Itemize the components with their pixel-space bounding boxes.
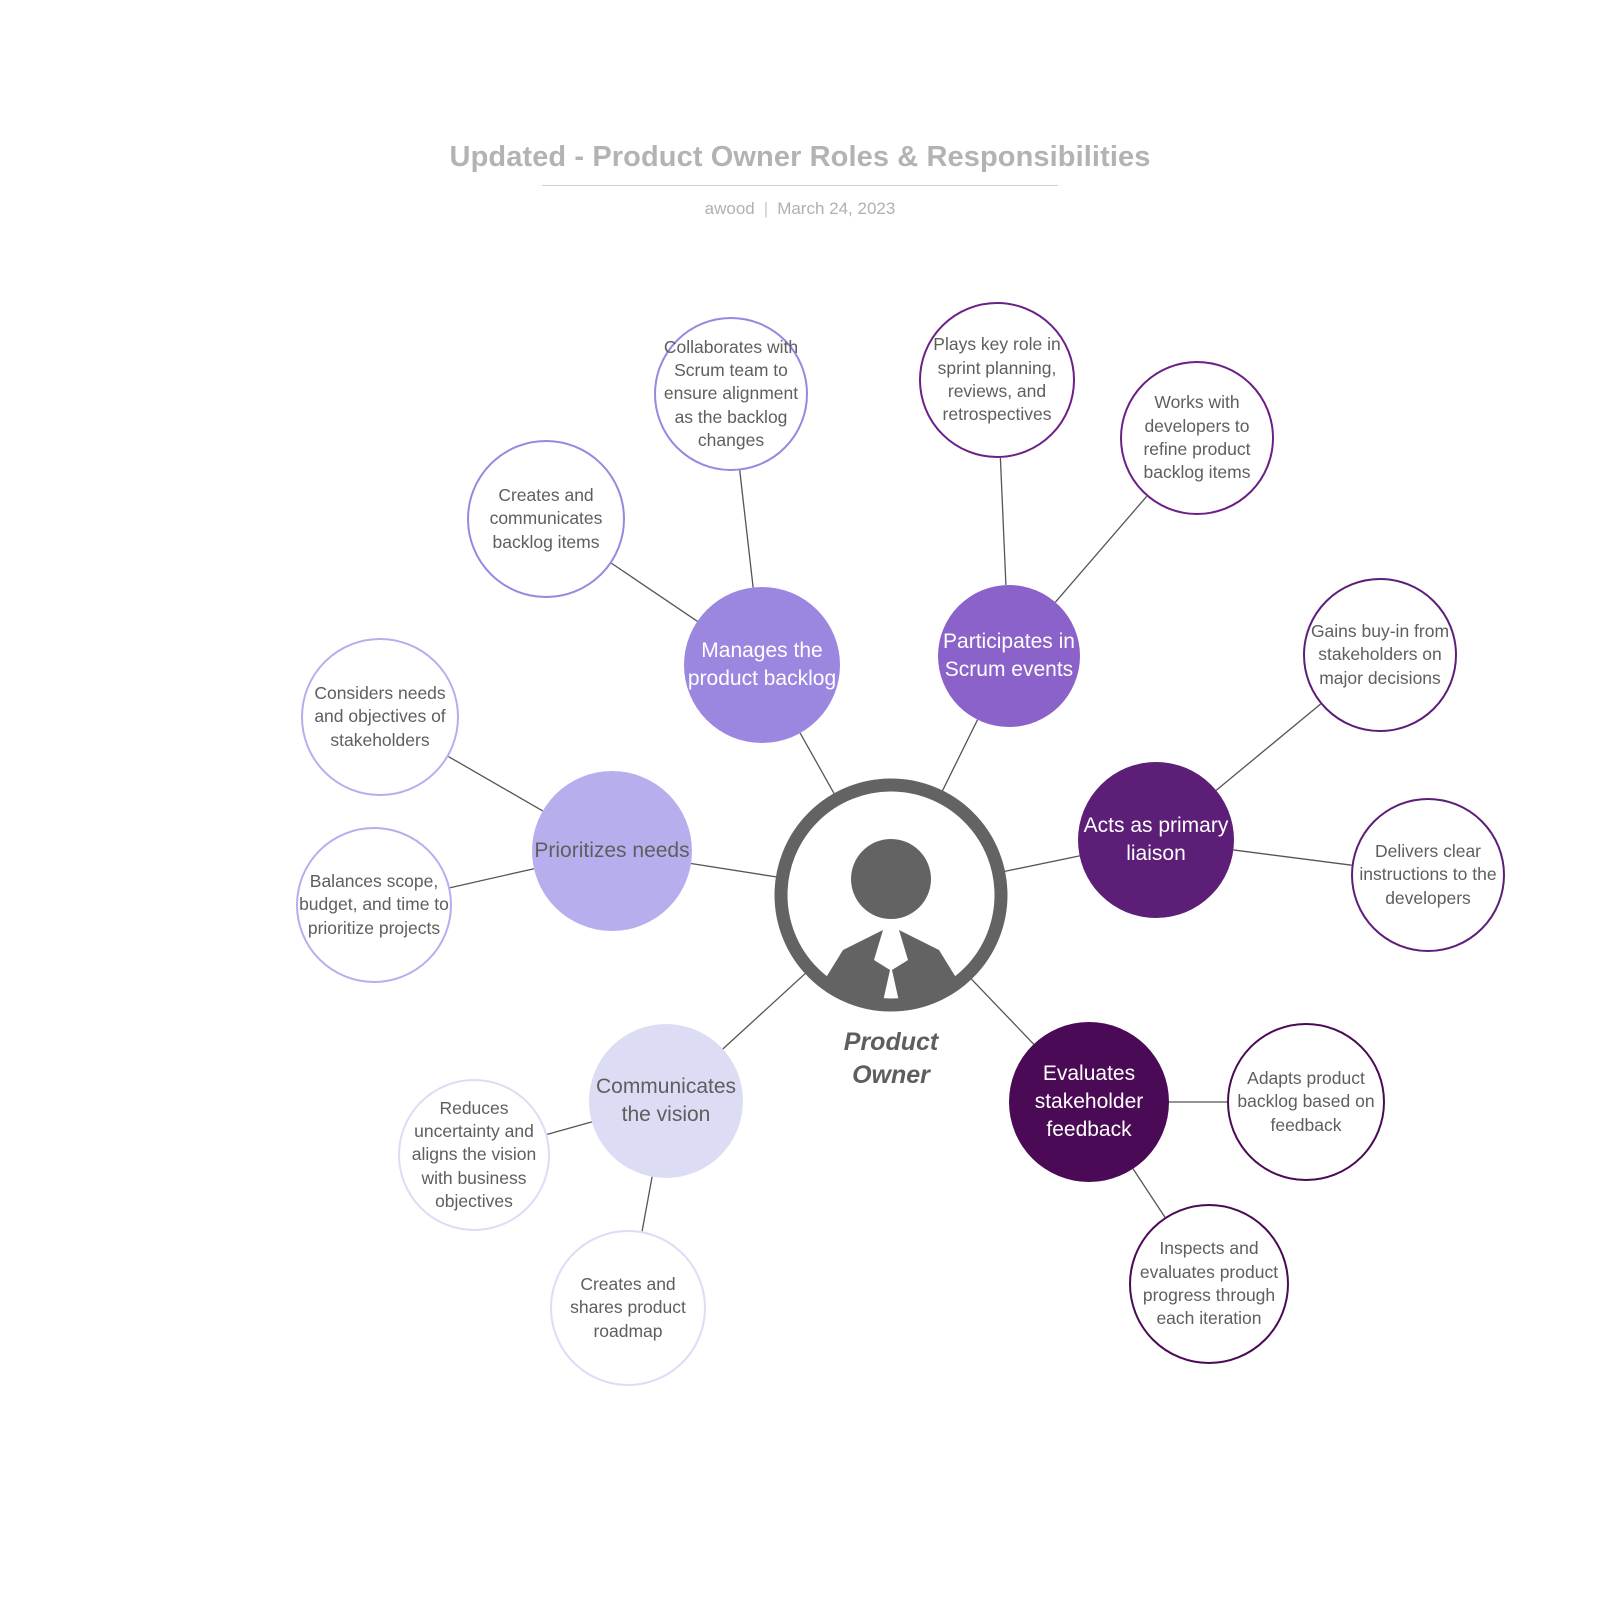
mindmap-canvas: Updated - Product Owner Roles & Responsi… xyxy=(0,0,1600,1600)
connector-line xyxy=(1054,495,1148,603)
central-label-line: Product xyxy=(843,1028,939,1056)
node-label: Creates and shares product roadmap xyxy=(570,1274,686,1341)
node-label: Participates in Scrum events xyxy=(943,630,1075,681)
connector-line xyxy=(611,562,698,622)
central-label-line: Owner xyxy=(852,1060,930,1089)
leaf-node-adapts-product-backlog-feedback[interactable]: Adapts product backlog based on feedback xyxy=(1227,1023,1385,1181)
node-label: Balances scope, budget, and time to prio… xyxy=(299,871,449,938)
node-label: Manages the product backlog xyxy=(687,639,837,690)
document-date: March 24, 2023 xyxy=(777,199,896,218)
node-label: Adapts product backlog based on feedback xyxy=(1237,1068,1375,1135)
node-label: Creates and communicates backlog items xyxy=(489,485,603,552)
branch-node-communicates-the-vision[interactable]: Communicates the vision xyxy=(589,1024,743,1178)
title-divider xyxy=(542,185,1058,186)
node-label: Works with developers to refine product … xyxy=(1143,392,1251,483)
connector-line xyxy=(546,1121,593,1136)
branch-node-participates-scrum-events[interactable]: Participates in Scrum events xyxy=(938,585,1080,727)
leaf-node-gains-buy-in-stakeholders[interactable]: Gains buy-in from stakeholders on major … xyxy=(1303,578,1457,732)
connector-line xyxy=(449,868,535,889)
leaf-node-creates-shares-product-roadmap[interactable]: Creates and shares product roadmap xyxy=(550,1230,706,1386)
connector-line xyxy=(999,457,1007,586)
byline: awood | March 24, 2023 xyxy=(0,199,1600,219)
node-label: Gains buy-in from stakeholders on major … xyxy=(1310,621,1450,688)
byline-separator: | xyxy=(763,199,769,218)
branch-node-prioritizes-needs[interactable]: Prioritizes needs xyxy=(532,771,692,931)
document-header: Updated - Product Owner Roles & Responsi… xyxy=(0,138,1600,219)
leaf-node-delivers-clear-instructions[interactable]: Delivers clear instructions to the devel… xyxy=(1351,798,1505,952)
branch-node-acts-as-primary-liaison[interactable]: Acts as primary liaison xyxy=(1078,762,1234,918)
node-label: Reduces uncertainty and aligns the visio… xyxy=(411,1097,537,1211)
node-label: Acts as primary liaison xyxy=(1083,814,1229,865)
connector-line xyxy=(1132,1168,1166,1218)
node-label: Inspects and evaluates product progress … xyxy=(1139,1238,1279,1329)
connector-line xyxy=(1233,849,1352,866)
leaf-node-considers-needs-objectives[interactable]: Considers needs and objectives of stakeh… xyxy=(301,638,459,796)
node-label: Considers needs and objectives of stakeh… xyxy=(314,683,446,750)
person-avatar-icon xyxy=(774,778,1008,1012)
leaf-node-works-with-developers-refine[interactable]: Works with developers to refine product … xyxy=(1120,361,1274,515)
leaf-node-plays-key-role-sprint-planning[interactable]: Plays key role in sprint planning, revie… xyxy=(919,302,1075,458)
node-label: Communicates the vision xyxy=(595,1075,737,1126)
connector-line xyxy=(739,470,754,588)
connector-line xyxy=(448,755,544,812)
node-label: Prioritizes needs xyxy=(534,839,690,863)
node-label: Collaborates with Scrum team to ensure a… xyxy=(663,336,799,450)
author-name: awood xyxy=(704,199,755,218)
node-label: Plays key role in sprint planning, revie… xyxy=(933,334,1061,425)
connector-line xyxy=(1001,855,1080,873)
connector-line xyxy=(690,862,780,879)
connector-line xyxy=(1215,703,1322,791)
central-node[interactable] xyxy=(770,774,1012,1016)
central-node-label: Product Owner xyxy=(741,1026,1041,1091)
leaf-node-reduces-uncertainty-aligns-vision[interactable]: Reduces uncertainty and aligns the visio… xyxy=(398,1079,550,1231)
branch-node-manages-product-backlog[interactable]: Manages the product backlog xyxy=(684,587,840,743)
connector-line xyxy=(641,1176,653,1232)
node-label: Delivers clear instructions to the devel… xyxy=(1359,841,1497,908)
leaf-node-creates-communicates-backlog-items[interactable]: Creates and communicates backlog items xyxy=(467,440,625,598)
leaf-node-balances-scope-budget-time[interactable]: Balances scope, budget, and time to prio… xyxy=(296,827,452,983)
leaf-node-collaborates-scrum-team[interactable]: Collaborates with Scrum team to ensure a… xyxy=(654,317,808,471)
page-title: Updated - Product Owner Roles & Responsi… xyxy=(449,141,1151,173)
leaf-node-inspects-evaluates-progress[interactable]: Inspects and evaluates product progress … xyxy=(1129,1204,1289,1364)
